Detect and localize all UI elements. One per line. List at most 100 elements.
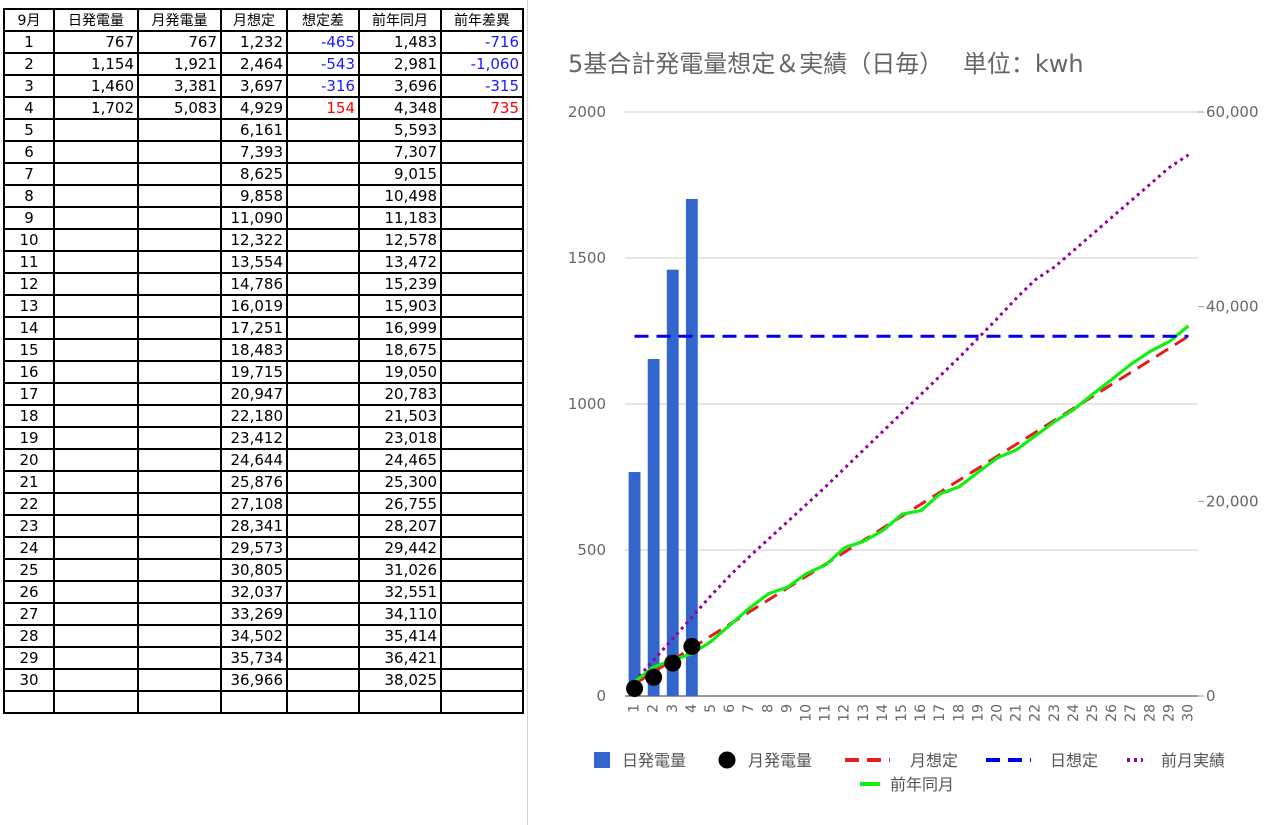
- table-cell[interactable]: [137, 690, 222, 714]
- table-cell[interactable]: [137, 580, 222, 604]
- table-cell[interactable]: [53, 404, 139, 428]
- table-cell[interactable]: [286, 536, 360, 560]
- table-cell[interactable]: [137, 118, 222, 142]
- table-cell[interactable]: [137, 668, 222, 692]
- table-cell[interactable]: [440, 206, 524, 230]
- table-cell[interactable]: 20: [3, 448, 55, 472]
- table-cell[interactable]: 19,050: [358, 360, 442, 384]
- table-cell[interactable]: 3: [3, 74, 55, 98]
- table-cell[interactable]: [286, 514, 360, 538]
- column-header[interactable]: 9月: [3, 8, 55, 32]
- table-cell[interactable]: [286, 470, 360, 494]
- table-cell[interactable]: 29: [3, 646, 55, 670]
- table-cell[interactable]: [137, 184, 222, 208]
- table-cell[interactable]: 767: [137, 30, 222, 54]
- table-cell[interactable]: [53, 382, 139, 406]
- table-cell[interactable]: 10: [3, 228, 55, 252]
- table-cell[interactable]: [440, 426, 524, 450]
- table-cell[interactable]: [137, 470, 222, 494]
- table-cell[interactable]: -1,060: [440, 52, 524, 76]
- table-cell[interactable]: 25,876: [220, 470, 288, 494]
- table-cell[interactable]: [440, 514, 524, 538]
- table-cell[interactable]: [137, 360, 222, 384]
- table-cell[interactable]: [440, 118, 524, 142]
- column-header[interactable]: 前年同月: [358, 8, 442, 32]
- table-cell[interactable]: 24,465: [358, 448, 442, 472]
- chart-svg[interactable]: 5基合計発電量想定＆実績（日毎） 単位：kwh 0 500 1000 1500 2000 0…: [528, 0, 1280, 825]
- table-cell[interactable]: [53, 140, 139, 164]
- table-cell[interactable]: 30: [3, 668, 55, 692]
- table-cell[interactable]: 10,498: [358, 184, 442, 208]
- table-cell[interactable]: 7,307: [358, 140, 442, 164]
- table-cell[interactable]: 18,675: [358, 338, 442, 362]
- table-cell[interactable]: [53, 338, 139, 362]
- table-cell[interactable]: 19: [3, 426, 55, 450]
- table-cell[interactable]: 13,554: [220, 250, 288, 274]
- table-cell[interactable]: 16: [3, 360, 55, 384]
- table-cell[interactable]: 19,715: [220, 360, 288, 384]
- table-cell[interactable]: 30,805: [220, 558, 288, 582]
- table-cell[interactable]: 2: [3, 52, 55, 76]
- table-cell[interactable]: [137, 646, 222, 670]
- table-cell[interactable]: [137, 294, 222, 318]
- table-cell[interactable]: [53, 558, 139, 582]
- table-cell[interactable]: 16,999: [358, 316, 442, 340]
- table-cell[interactable]: [440, 250, 524, 274]
- table-cell[interactable]: [53, 580, 139, 604]
- table-cell[interactable]: [286, 492, 360, 516]
- table-cell[interactable]: [53, 294, 139, 318]
- table-cell[interactable]: [440, 184, 524, 208]
- table-cell[interactable]: 26,755: [358, 492, 442, 516]
- table-cell[interactable]: 4,929: [220, 96, 288, 120]
- table-cell[interactable]: 14,786: [220, 272, 288, 296]
- table-cell[interactable]: [137, 536, 222, 560]
- table-cell[interactable]: 32,551: [358, 580, 442, 604]
- table-cell[interactable]: [53, 470, 139, 494]
- table-cell[interactable]: 7: [3, 162, 55, 186]
- table-cell[interactable]: [286, 646, 360, 670]
- table-cell[interactable]: 9: [3, 206, 55, 230]
- table-cell[interactable]: [440, 624, 524, 648]
- table-cell[interactable]: 3,697: [220, 74, 288, 98]
- table-cell[interactable]: [440, 448, 524, 472]
- table-cell[interactable]: 8: [3, 184, 55, 208]
- table-cell[interactable]: 5: [3, 118, 55, 142]
- table-cell[interactable]: [440, 360, 524, 384]
- table-cell[interactable]: [137, 426, 222, 450]
- table-cell[interactable]: 7,393: [220, 140, 288, 164]
- table-cell[interactable]: [53, 492, 139, 516]
- table-cell[interactable]: [440, 316, 524, 340]
- table-cell[interactable]: 36,421: [358, 646, 442, 670]
- table-cell[interactable]: [53, 250, 139, 274]
- table-cell[interactable]: [440, 602, 524, 626]
- table-cell[interactable]: [137, 448, 222, 472]
- table-cell[interactable]: 23,412: [220, 426, 288, 450]
- table-cell[interactable]: [137, 272, 222, 296]
- table-cell[interactable]: [440, 536, 524, 560]
- table-cell[interactable]: 9,015: [358, 162, 442, 186]
- table-cell[interactable]: 34,502: [220, 624, 288, 648]
- table-cell[interactable]: 23,018: [358, 426, 442, 450]
- table-cell[interactable]: 5,593: [358, 118, 442, 142]
- table-cell[interactable]: -315: [440, 74, 524, 98]
- table-cell[interactable]: 28,341: [220, 514, 288, 538]
- table-cell[interactable]: 23: [3, 514, 55, 538]
- table-cell[interactable]: [3, 690, 55, 714]
- table-cell[interactable]: 14: [3, 316, 55, 340]
- table-cell[interactable]: 15,903: [358, 294, 442, 318]
- table-cell[interactable]: 38,025: [358, 668, 442, 692]
- table-cell[interactable]: [137, 492, 222, 516]
- table-cell[interactable]: 5,083: [137, 96, 222, 120]
- column-header[interactable]: 日発電量: [53, 8, 139, 32]
- table-cell[interactable]: [286, 162, 360, 186]
- table-cell[interactable]: [286, 602, 360, 626]
- table-cell[interactable]: 3,381: [137, 74, 222, 98]
- table-cell[interactable]: [53, 646, 139, 670]
- table-cell[interactable]: 21,503: [358, 404, 442, 428]
- table-cell[interactable]: 27: [3, 602, 55, 626]
- table-cell[interactable]: [137, 206, 222, 230]
- table-cell[interactable]: [440, 382, 524, 406]
- table-cell[interactable]: 31,026: [358, 558, 442, 582]
- table-cell[interactable]: 24,644: [220, 448, 288, 472]
- table-cell[interactable]: 1,702: [53, 96, 139, 120]
